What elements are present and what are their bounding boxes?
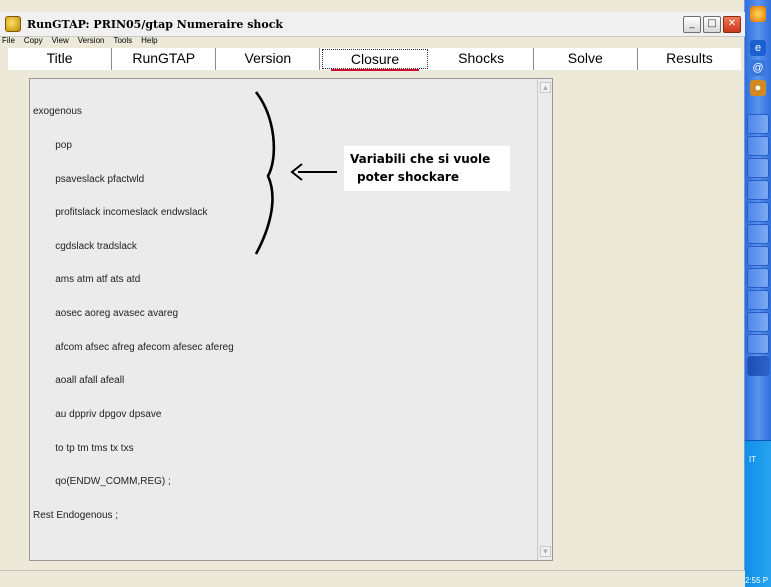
- taskbar-app-button-2[interactable]: [747, 180, 769, 200]
- tab-bar: Title RunGTAP Version Closure Shocks Sol…: [8, 48, 741, 71]
- menu-bar: File Copy View Version Tools Help: [0, 36, 167, 47]
- taskbar-app-button[interactable]: [747, 158, 769, 178]
- closure-line: qo(ENDW_COMM,REG) ;: [33, 476, 171, 488]
- browser-icon[interactable]: @: [750, 60, 766, 76]
- tab-solve[interactable]: Solve: [534, 48, 638, 70]
- close-button[interactable]: ✕: [723, 16, 741, 33]
- tab-closure[interactable]: Closure: [322, 49, 428, 71]
- scroll-up-icon[interactable]: ▲: [540, 82, 551, 93]
- annotation-line-1: Variabili che si vuole: [350, 152, 491, 166]
- taskbar-rungtap-button[interactable]: [747, 356, 769, 376]
- tab-version[interactable]: Version: [216, 48, 321, 70]
- closure-line: aoall afall afeall: [33, 375, 125, 387]
- menu-tools[interactable]: Tools: [113, 36, 132, 47]
- taskbar-ie-button-2[interactable]: [747, 246, 769, 266]
- closure-line: Rest Endogenous ;: [33, 509, 119, 521]
- menu-file[interactable]: File: [2, 36, 15, 47]
- scroll-down-icon[interactable]: ▼: [540, 546, 551, 557]
- closure-line: au dppriv dpgov dpsave: [33, 408, 162, 420]
- closure-line: pop: [33, 140, 72, 152]
- taskbar-paint-button[interactable]: [747, 268, 769, 288]
- menu-view[interactable]: View: [52, 36, 69, 47]
- menu-help[interactable]: Help: [141, 36, 157, 47]
- title-bar[interactable]: RunGTAP: PRIN05/gtap Numeraire shock _ □…: [0, 12, 745, 37]
- menu-version[interactable]: Version: [78, 36, 105, 47]
- clock[interactable]: 2:55 P: [745, 576, 768, 585]
- restore-button[interactable]: □: [703, 16, 721, 33]
- media-icon[interactable]: ●: [750, 80, 766, 96]
- tab-title[interactable]: Title: [8, 48, 113, 70]
- window-title: RunGTAP: PRIN05/gtap Numeraire shock: [27, 17, 284, 31]
- taskbar-skype-button[interactable]: [747, 312, 769, 332]
- closure-line: cgdslack tradslack: [33, 240, 137, 252]
- taskbar-doc-button[interactable]: [747, 202, 769, 222]
- start-icon[interactable]: [750, 6, 766, 22]
- closure-text[interactable]: exogenous pop psaveslack pfactwld profit…: [33, 84, 234, 543]
- language-indicator[interactable]: IT: [749, 455, 756, 464]
- annotation-drawing: [254, 91, 337, 255]
- taskbar-folder-button-2[interactable]: [747, 136, 769, 156]
- annotation-label: Variabili che si vuole poter shockare: [344, 146, 510, 191]
- minimize-button[interactable]: _: [683, 16, 701, 33]
- tab-results[interactable]: Results: [638, 48, 741, 70]
- status-bar: [0, 570, 745, 587]
- menu-copy[interactable]: Copy: [24, 36, 43, 47]
- closure-line: psaveslack pfactwld: [33, 173, 145, 185]
- window-controls: _ □ ✕: [683, 16, 741, 33]
- closure-line: afcom afsec afreg afecom afesec afereg: [33, 341, 234, 353]
- tab-rungtap[interactable]: RunGTAP: [112, 48, 217, 70]
- rungtap-window: RunGTAP: PRIN05/gtap Numeraire shock _ □…: [0, 0, 745, 587]
- closure-line: profitslack incomeslack endwslack: [33, 207, 208, 219]
- closure-line: exogenous: [33, 106, 82, 118]
- app-icon: [5, 16, 21, 32]
- tab-shocks[interactable]: Shocks: [430, 48, 534, 70]
- ie-icon[interactable]: e: [750, 40, 766, 56]
- closure-line: aosec aoreg avasec avareg: [33, 308, 179, 320]
- annotation-line-2: poter shockare: [357, 170, 459, 184]
- windows-taskbar: e @ ● IT 2:55 P: [745, 0, 771, 587]
- closure-line: ams atm atf ats atd: [33, 274, 141, 286]
- taskbar-ie-button[interactable]: [747, 224, 769, 244]
- brace-mark: [254, 91, 276, 255]
- editor-scrollbar[interactable]: ▲ ▼: [537, 79, 552, 560]
- taskbar-messenger-button[interactable]: [747, 290, 769, 310]
- taskbar-folder-button[interactable]: [747, 114, 769, 134]
- closure-line: to tp tm tms tx txs: [33, 442, 134, 454]
- system-tray: IT 2:55 P: [745, 440, 771, 587]
- taskbar-winamp-button[interactable]: [747, 334, 769, 354]
